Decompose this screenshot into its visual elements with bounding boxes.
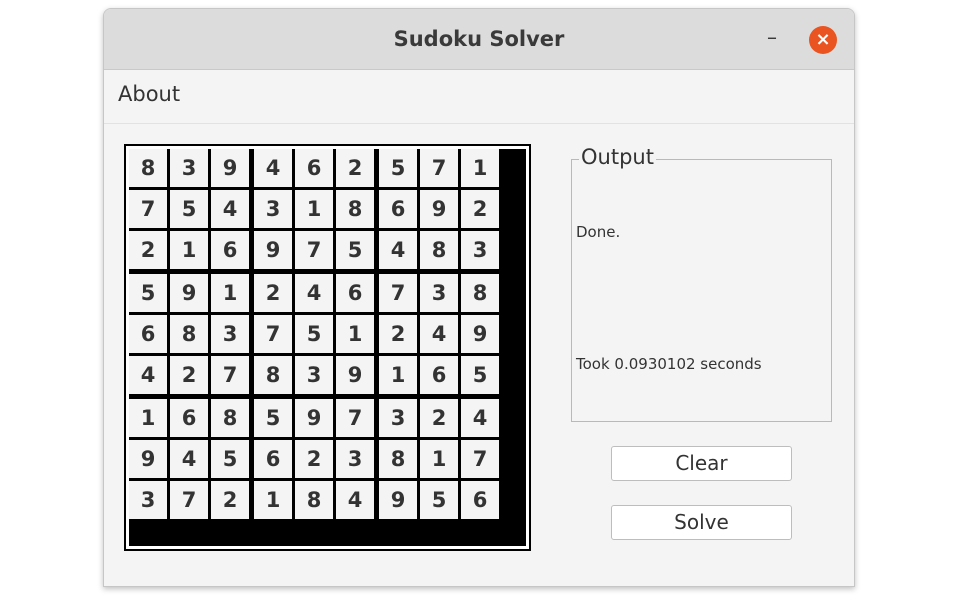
- sudoku-cell[interactable]: 3: [336, 440, 374, 478]
- sudoku-cell[interactable]: 2: [420, 399, 458, 437]
- sudoku-cell[interactable]: 8: [336, 190, 374, 228]
- sudoku-cell[interactable]: 5: [295, 315, 333, 353]
- sudoku-cell[interactable]: 9: [129, 440, 167, 478]
- sudoku-cell[interactable]: 3: [211, 315, 249, 353]
- sudoku-cell[interactable]: 4: [420, 315, 458, 353]
- sudoku-cell[interactable]: 8: [461, 274, 499, 312]
- sudoku-cell[interactable]: 3: [461, 231, 499, 269]
- title-bar[interactable]: Sudoku Solver – ×: [104, 9, 854, 70]
- sudoku-cell[interactable]: 4: [295, 274, 333, 312]
- minimize-button[interactable]: –: [758, 24, 786, 52]
- sudoku-cell[interactable]: 3: [420, 274, 458, 312]
- sudoku-cell[interactable]: 7: [254, 315, 292, 353]
- sudoku-cell[interactable]: 9: [461, 315, 499, 353]
- sudoku-cell[interactable]: 6: [129, 315, 167, 353]
- sudoku-cell[interactable]: 3: [170, 149, 208, 187]
- sudoku-cell[interactable]: 8: [295, 481, 333, 519]
- sudoku-cell[interactable]: 4: [129, 356, 167, 394]
- sudoku-cell[interactable]: 9: [211, 149, 249, 187]
- sudoku-cell[interactable]: 2: [170, 356, 208, 394]
- sudoku-cell[interactable]: 6: [461, 481, 499, 519]
- sudoku-cell[interactable]: 5: [170, 190, 208, 228]
- sudoku-cell[interactable]: 8: [129, 149, 167, 187]
- sudoku-cell[interactable]: 6: [379, 190, 417, 228]
- sudoku-cell[interactable]: 5: [211, 440, 249, 478]
- sudoku-cell[interactable]: 5: [129, 274, 167, 312]
- sudoku-cell[interactable]: 7: [211, 356, 249, 394]
- sudoku-cell[interactable]: 1: [379, 356, 417, 394]
- sudoku-cell[interactable]: 1: [336, 315, 374, 353]
- window-title: Sudoku Solver: [393, 27, 565, 51]
- sudoku-cell[interactable]: 6: [420, 356, 458, 394]
- sudoku-board: 8394625717543186922169754835912467386837…: [124, 144, 531, 551]
- sudoku-cell[interactable]: 3: [379, 399, 417, 437]
- menu-item-about[interactable]: About: [118, 82, 180, 106]
- sudoku-cell[interactable]: 9: [420, 190, 458, 228]
- sudoku-cell[interactable]: 3: [254, 190, 292, 228]
- sudoku-cell[interactable]: 2: [211, 481, 249, 519]
- sudoku-cell[interactable]: 6: [295, 149, 333, 187]
- sudoku-cell[interactable]: 7: [170, 481, 208, 519]
- sudoku-cell[interactable]: 9: [254, 231, 292, 269]
- sudoku-cell[interactable]: 5: [254, 399, 292, 437]
- output-text: Done. Took 0.0930102 seconds: [576, 177, 826, 419]
- sudoku-cell[interactable]: 3: [295, 356, 333, 394]
- sudoku-cell[interactable]: 7: [336, 399, 374, 437]
- clear-button[interactable]: Clear: [611, 446, 792, 481]
- sudoku-cell[interactable]: 7: [420, 149, 458, 187]
- sudoku-cell[interactable]: 1: [211, 274, 249, 312]
- sudoku-cell[interactable]: 9: [170, 274, 208, 312]
- solve-button[interactable]: Solve: [611, 505, 792, 540]
- app-window: Sudoku Solver – × About 8394625717543186…: [103, 8, 855, 587]
- sudoku-cell[interactable]: 4: [211, 190, 249, 228]
- output-label: Output: [579, 145, 656, 169]
- sudoku-cell[interactable]: 8: [211, 399, 249, 437]
- sudoku-cell[interactable]: 2: [336, 149, 374, 187]
- close-button[interactable]: ×: [809, 26, 837, 54]
- sudoku-cell[interactable]: 9: [336, 356, 374, 394]
- sudoku-cell[interactable]: 4: [170, 440, 208, 478]
- sudoku-cell[interactable]: 6: [170, 399, 208, 437]
- sudoku-cell[interactable]: 3: [129, 481, 167, 519]
- sudoku-cell[interactable]: 4: [461, 399, 499, 437]
- output-line: Done.: [576, 223, 621, 241]
- sudoku-cell[interactable]: 1: [420, 440, 458, 478]
- sudoku-cell[interactable]: 9: [379, 481, 417, 519]
- sudoku-cell[interactable]: 1: [170, 231, 208, 269]
- sudoku-grid: 8394625717543186922169754835912467386837…: [129, 149, 526, 546]
- sudoku-cell[interactable]: 6: [336, 274, 374, 312]
- sudoku-cell[interactable]: 8: [420, 231, 458, 269]
- sudoku-cell[interactable]: 1: [129, 399, 167, 437]
- output-line: Took 0.0930102 seconds: [576, 355, 762, 373]
- sudoku-cell[interactable]: 8: [379, 440, 417, 478]
- sudoku-cell[interactable]: 7: [295, 231, 333, 269]
- sudoku-cell[interactable]: 2: [254, 274, 292, 312]
- sudoku-cell[interactable]: 4: [379, 231, 417, 269]
- menu-bar: About: [104, 70, 854, 124]
- sudoku-cell[interactable]: 2: [461, 190, 499, 228]
- sudoku-cell[interactable]: 8: [254, 356, 292, 394]
- sudoku-cell[interactable]: 1: [461, 149, 499, 187]
- sudoku-cell[interactable]: 5: [461, 356, 499, 394]
- sudoku-cell[interactable]: 2: [295, 440, 333, 478]
- sudoku-cell[interactable]: 6: [254, 440, 292, 478]
- sudoku-cell[interactable]: 2: [379, 315, 417, 353]
- sudoku-cell[interactable]: 7: [379, 274, 417, 312]
- sudoku-cell[interactable]: 2: [129, 231, 167, 269]
- sudoku-cell[interactable]: 4: [254, 149, 292, 187]
- sudoku-cell[interactable]: 5: [420, 481, 458, 519]
- sudoku-cell[interactable]: 5: [336, 231, 374, 269]
- sudoku-cell[interactable]: 8: [170, 315, 208, 353]
- sudoku-cell[interactable]: 1: [254, 481, 292, 519]
- sudoku-cell[interactable]: 9: [295, 399, 333, 437]
- sudoku-cell[interactable]: 4: [336, 481, 374, 519]
- sudoku-cell[interactable]: 5: [379, 149, 417, 187]
- sudoku-cell[interactable]: 1: [295, 190, 333, 228]
- sudoku-cell[interactable]: 6: [211, 231, 249, 269]
- sudoku-cell[interactable]: 7: [461, 440, 499, 478]
- sudoku-cell[interactable]: 7: [129, 190, 167, 228]
